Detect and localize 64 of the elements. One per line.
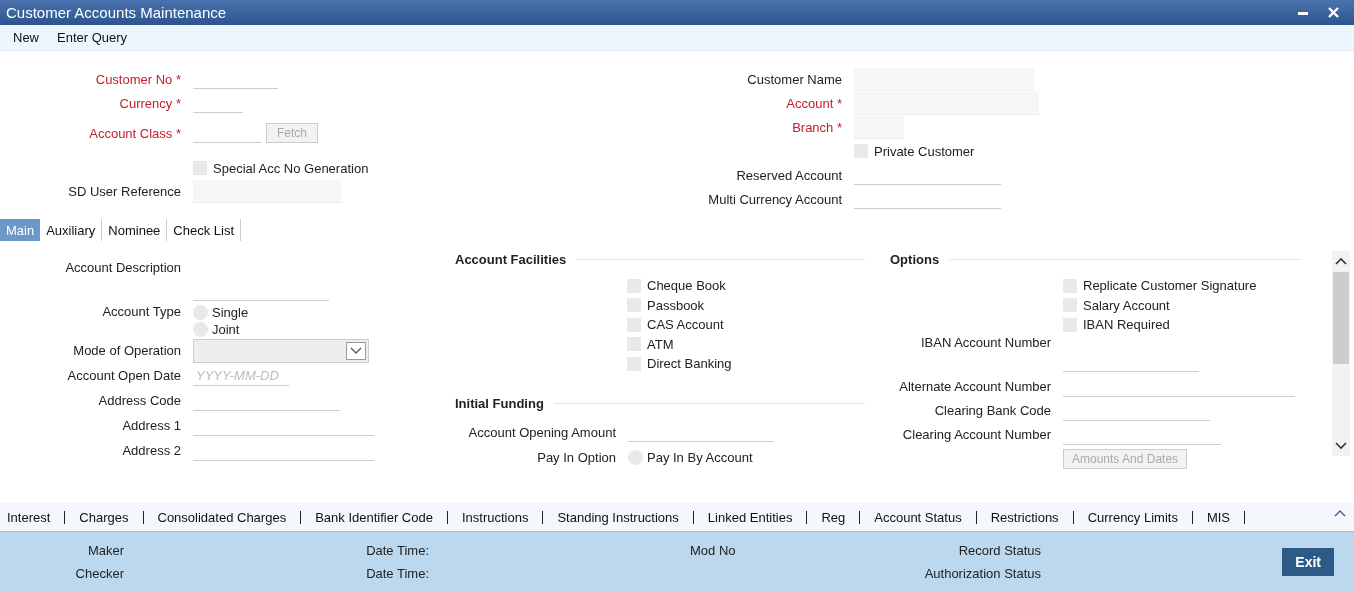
field-label: Account Type: [102, 304, 181, 319]
field-label: Account Class *: [89, 125, 181, 141]
link[interactable]: Restrictions: [990, 509, 1059, 525]
field-label: Clearing Account Number: [902, 427, 1051, 442]
field-label: Clearing Bank Code: [934, 403, 1051, 418]
section-title: Options: [890, 251, 940, 267]
field-label: Account Open Date: [67, 368, 181, 383]
tab[interactable]: Auxiliary: [40, 219, 103, 241]
radio-label: Joint: [212, 322, 240, 337]
field-label: Customer Name: [747, 71, 842, 87]
field-label: Mode of Operation: [73, 343, 181, 358]
checkbox-label: Salary Account: [1083, 297, 1170, 313]
field-label: Address 1: [122, 418, 181, 433]
audit-label: Date Time:: [366, 543, 429, 558]
field-label: Reserved Account: [736, 167, 842, 183]
radio-label: Single: [212, 305, 249, 320]
field-label: Alternate Account Number: [899, 379, 1051, 394]
checkbox-label: CAS Account: [647, 317, 724, 333]
field-label: Multi Currency Account: [708, 191, 842, 207]
link[interactable]: Instructions: [461, 509, 529, 525]
link[interactable]: Consolidated Charges: [157, 509, 287, 525]
link[interactable]: Standing Instructions: [557, 509, 679, 525]
checkbox-label: Direct Banking: [647, 356, 732, 372]
checkbox-label: IBAN Required: [1083, 317, 1170, 333]
field-label: Account *: [786, 95, 842, 111]
field-label: Account Description: [65, 260, 181, 275]
section-title: Initial Funding: [455, 396, 544, 411]
checkbox-label: Replicate Customer Signature: [1083, 278, 1257, 294]
toolbar-button[interactable]: New: [4, 30, 48, 45]
field-label: Account Opening Amount: [468, 424, 616, 440]
toolbar-button[interactable]: Enter Query: [48, 30, 137, 45]
link[interactable]: Interest: [7, 509, 51, 525]
field-label: IBAN Account Number: [920, 334, 1051, 350]
link[interactable]: Linked Entities: [707, 509, 793, 525]
link[interactable]: Reg: [821, 509, 846, 525]
audit-label: Checker: [75, 566, 124, 581]
field-label: Customer No *: [95, 71, 181, 87]
checkbox-label: ATM: [647, 336, 674, 352]
radio-label: Pay In By Account: [647, 449, 753, 465]
link[interactable]: Account Status: [874, 509, 962, 525]
field-label: Currency *: [119, 95, 181, 111]
field-label: Address 2: [122, 443, 181, 458]
checkbox-label: Cheque Book: [647, 278, 726, 294]
link[interactable]: Currency Limits: [1087, 509, 1178, 525]
exit-button[interactable]: Exit: [1282, 548, 1334, 576]
field-label: Pay In Option: [537, 449, 616, 465]
audit-label: Record Status: [958, 543, 1041, 558]
link[interactable]: Charges: [79, 509, 129, 525]
link[interactable]: Bank Identifier Code: [315, 509, 433, 525]
checkbox-label: Private Customer: [874, 143, 975, 159]
audit-label: Authorization Status: [924, 566, 1041, 581]
field-label: SD User Reference: [68, 183, 181, 199]
checkbox-label: Passbook: [647, 297, 705, 313]
tab[interactable]: Check List: [167, 219, 242, 241]
section-title: Account Facilities: [455, 251, 567, 267]
tab[interactable]: Nominee: [102, 219, 168, 241]
checkbox-label: Special Acc No Generation: [213, 160, 369, 176]
field-label: Branch *: [792, 119, 842, 135]
field-label: Address Code: [98, 393, 181, 408]
audit-label: Date Time:: [366, 566, 429, 581]
window-title: Customer Accounts Maintenance: [6, 4, 227, 21]
audit-label: Mod No: [690, 543, 736, 558]
audit-label: Maker: [87, 543, 124, 558]
link[interactable]: MIS: [1206, 509, 1231, 525]
